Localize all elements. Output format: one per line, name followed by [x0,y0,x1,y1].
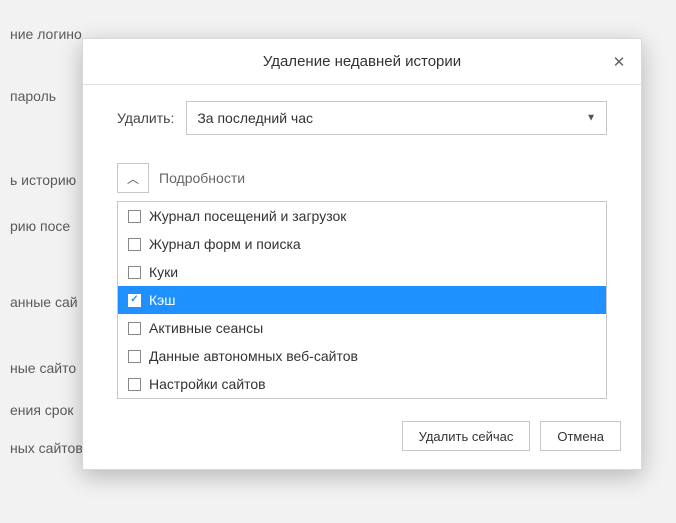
clear-option-label: Настройки сайтов [149,376,266,392]
checkbox-icon[interactable] [128,378,141,391]
clear-option-item[interactable]: Данные автономных веб-сайтов [118,342,606,370]
clear-option-item[interactable]: Настройки сайтов [118,370,606,398]
clear-option-item[interactable]: Журнал посещений и загрузок [118,202,606,230]
modal-footer: Удалить сейчас Отмена [83,407,641,469]
modal-title: Удаление недавней истории [263,53,461,70]
clear-option-label: Журнал форм и поиска [149,236,301,252]
clear-option-label: Куки [149,264,178,280]
checkbox-icon[interactable] [128,322,141,335]
time-range-row: Удалить: За последний час ▼ [117,101,607,135]
clear-option-item[interactable]: Кэш [118,286,606,314]
clear-option-label: Активные сеансы [149,320,263,336]
details-toggle-button[interactable]: ︿ [117,163,149,193]
time-range-label: Удалить: [117,110,174,126]
delete-now-button[interactable]: Удалить сейчас [402,421,531,451]
chevron-down-icon: ▼ [586,113,596,124]
clear-options-list: Журнал посещений и загрузок Журнал форм и… [117,201,607,399]
chevron-up-icon: ︿ [127,170,139,187]
clear-history-modal: Удаление недавней истории ✕ Удалить: За … [82,38,642,470]
time-range-value: За последний час [197,110,313,126]
modal-body: Удалить: За последний час ▼ ︿ Подробност… [83,85,641,407]
cancel-button[interactable]: Отмена [540,421,621,451]
clear-option-item[interactable]: Куки [118,258,606,286]
modal-header: Удаление недавней истории ✕ [83,39,641,85]
checkbox-icon[interactable] [128,266,141,279]
clear-option-label: Данные автономных веб-сайтов [149,348,358,364]
details-toggle-row: ︿ Подробности [117,163,607,193]
close-icon: ✕ [613,53,626,71]
checkbox-icon[interactable] [128,294,141,307]
time-range-select[interactable]: За последний час ▼ [186,101,607,135]
clear-option-label: Кэш [149,292,176,308]
details-label: Подробности [159,170,245,186]
checkbox-icon[interactable] [128,350,141,363]
checkbox-icon[interactable] [128,210,141,223]
close-button[interactable]: ✕ [605,48,633,76]
clear-option-item[interactable]: Активные сеансы [118,314,606,342]
checkbox-icon[interactable] [128,238,141,251]
clear-option-label: Журнал посещений и загрузок [149,208,346,224]
clear-option-item[interactable]: Журнал форм и поиска [118,230,606,258]
